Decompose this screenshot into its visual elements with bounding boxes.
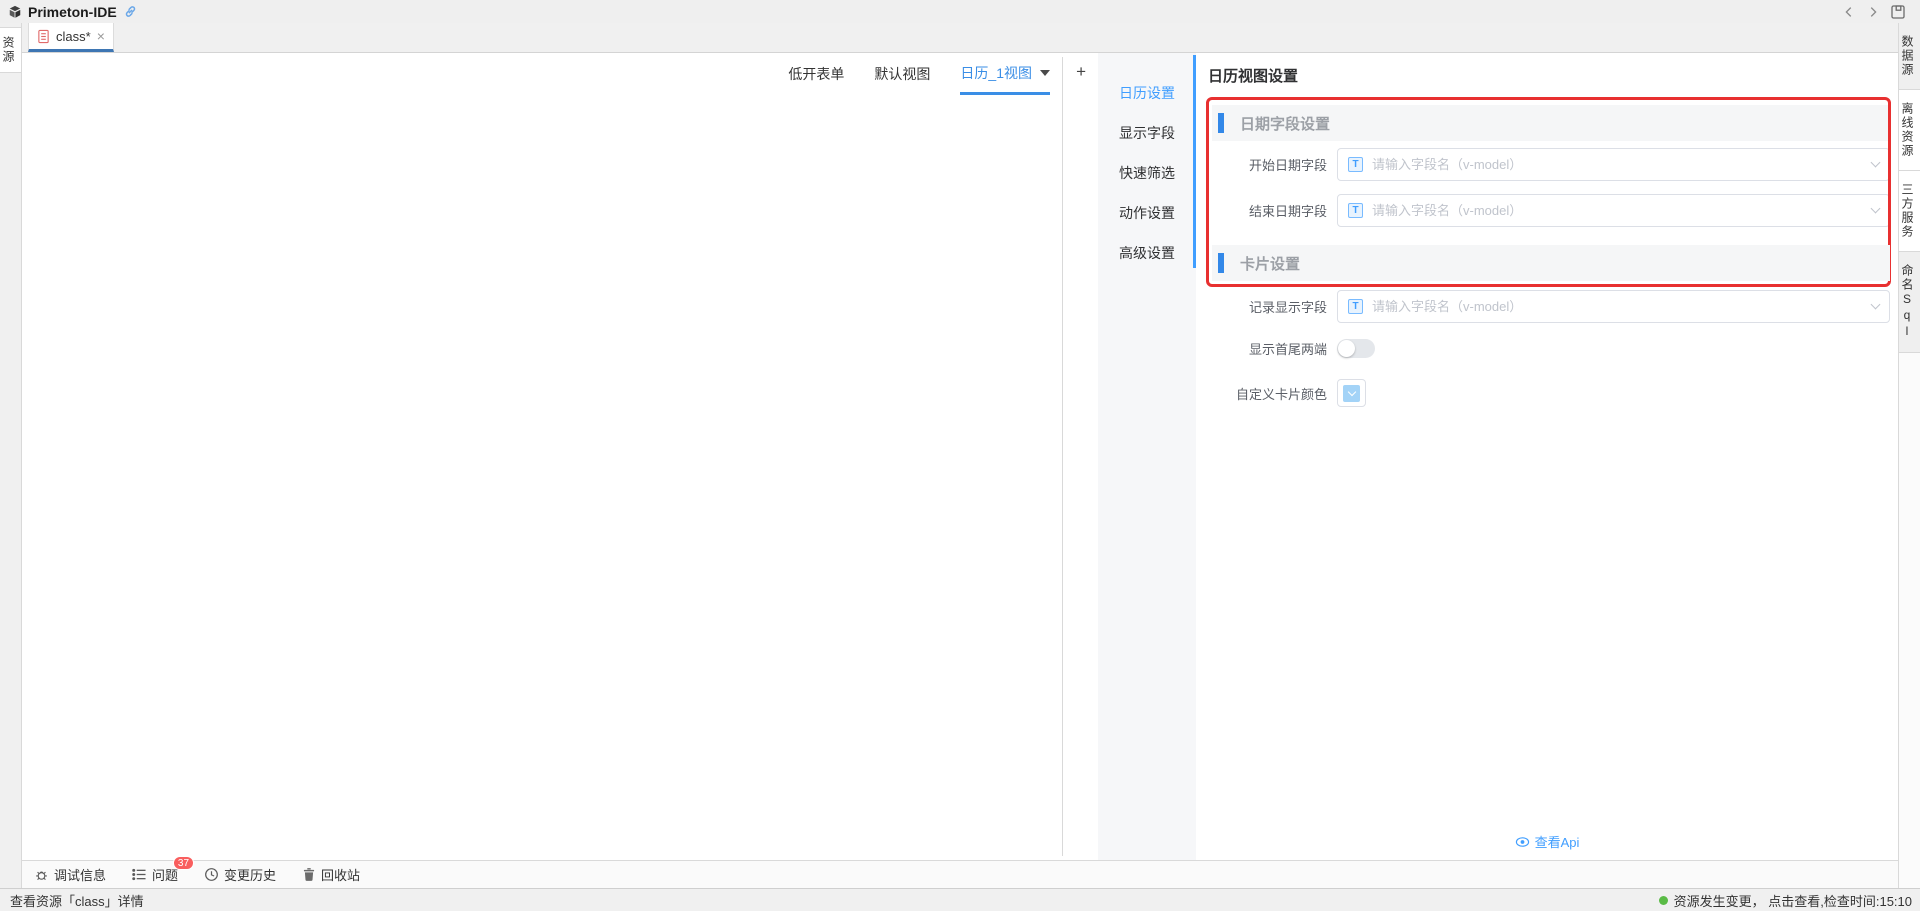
editor-tab-label: class*: [56, 29, 91, 44]
link-icon[interactable]: [123, 4, 138, 19]
change-history-label: 变更历史: [224, 865, 276, 884]
save-icon[interactable]: [1890, 4, 1906, 20]
view-tab-lowcode-form[interactable]: 低开表单: [788, 53, 844, 95]
debug-info-button[interactable]: 调试信息: [34, 865, 106, 884]
right-rail-item-datasource[interactable]: 数据源: [1899, 23, 1920, 90]
text-field-icon: T: [1348, 157, 1363, 172]
section-header-card-settings: 卡片设置: [1212, 245, 1890, 281]
field-row-end-date: 结束日期字段 T: [1212, 194, 1890, 227]
right-rail: 数据源 离线资源 三方服务 命名Sql: [1898, 23, 1920, 888]
field-label: 显示首尾两端: [1212, 339, 1337, 358]
section-bar: [1218, 113, 1224, 133]
field-label: 结束日期字段: [1212, 201, 1337, 220]
section-title: 日期字段设置: [1240, 113, 1330, 134]
canvas-divider: [1062, 57, 1063, 856]
left-rail: 资源: [0, 23, 22, 888]
editor-tab-class[interactable]: class* ×: [28, 23, 114, 52]
text-field-icon: T: [1348, 203, 1363, 218]
app-logo-icon: [8, 5, 22, 19]
field-row-show-ends: 显示首尾两端: [1212, 339, 1890, 358]
settings-nav-display-fields[interactable]: 显示字段: [1098, 113, 1196, 153]
settings-nav: 日历设置 显示字段 快速筛选 动作设置 高级设置: [1098, 53, 1196, 860]
field-row-card-color: 自定义卡片颜色: [1212, 379, 1890, 407]
resource-change-label: 资源发生变更， 点击查看,检查时间:15:10: [1674, 891, 1912, 910]
title-bar: Primeton-IDE: [0, 0, 1920, 23]
view-tab-calendar-view[interactable]: 日历_1视图: [960, 53, 1050, 95]
end-date-field-select[interactable]: T: [1337, 194, 1890, 227]
settings-panel: 日历视图设置 日期字段设置 开始日期字段 T 结束日期字段 T 卡片设置 记录显…: [1196, 53, 1898, 860]
trash-icon: [302, 867, 316, 882]
show-ends-toggle[interactable]: [1337, 339, 1375, 358]
debug-info-label: 调试信息: [54, 865, 106, 884]
recycle-bin-button[interactable]: 回收站: [302, 865, 360, 884]
status-ok-dot: [1659, 896, 1668, 905]
view-tab-calendar-label: 日历_1视图: [960, 63, 1032, 83]
document-icon: [37, 29, 50, 44]
chevron-down-icon[interactable]: [1871, 300, 1881, 310]
section-bar: [1218, 253, 1224, 273]
panel-title: 日历视图设置: [1208, 65, 1298, 86]
color-swatch: [1343, 385, 1360, 402]
chevron-down-icon[interactable]: [1871, 158, 1881, 168]
list-icon: [132, 868, 147, 881]
app-title: Primeton-IDE: [28, 4, 117, 20]
field-label: 自定义卡片颜色: [1212, 384, 1337, 403]
eye-icon: [1515, 836, 1530, 848]
text-field-icon: T: [1348, 299, 1363, 314]
add-view-button[interactable]: +: [1076, 62, 1086, 82]
end-date-field-input[interactable]: [1372, 203, 1872, 218]
start-date-field-select[interactable]: T: [1337, 148, 1890, 181]
left-rail-item-resources[interactable]: 资源: [0, 27, 21, 73]
view-tabs: 低开表单 默认视图 日历_1视图: [788, 53, 1050, 95]
close-icon[interactable]: ×: [97, 29, 105, 43]
editor-tab-strip: class* ×: [22, 23, 1898, 53]
status-message: 查看资源「class」详情: [0, 891, 144, 910]
clock-icon: [204, 867, 219, 882]
right-rail-item-thirdparty-services[interactable]: 三方服务: [1899, 171, 1920, 252]
card-color-picker[interactable]: [1337, 379, 1366, 407]
right-rail-item-offline-resources[interactable]: 离线资源: [1899, 90, 1920, 171]
right-rail-item-named-sql[interactable]: 命名Sql: [1899, 252, 1920, 353]
field-label: 记录显示字段: [1212, 297, 1337, 316]
toggle-knob: [1338, 340, 1355, 357]
change-history-button[interactable]: 变更历史: [204, 865, 276, 884]
recycle-bin-label: 回收站: [321, 865, 360, 884]
record-display-field-input[interactable]: [1372, 299, 1872, 314]
settings-nav-quick-filter[interactable]: 快速筛选: [1098, 153, 1196, 193]
field-row-record-display: 记录显示字段 T: [1212, 290, 1890, 323]
status-bar: 查看资源「class」详情 资源发生变更， 点击查看,检查时间:15:10: [0, 888, 1920, 911]
form-canvas[interactable]: 低开表单 默认视图 日历_1视图 +: [22, 53, 1098, 860]
settings-nav-advanced[interactable]: 高级设置: [1098, 233, 1196, 273]
chevron-down-icon[interactable]: [1871, 204, 1881, 214]
record-display-field-select[interactable]: T: [1337, 290, 1890, 323]
view-api-link[interactable]: 查看Api: [1196, 832, 1898, 851]
field-label: 开始日期字段: [1212, 155, 1337, 174]
back-icon[interactable]: [1842, 5, 1856, 19]
resource-change-status[interactable]: 资源发生变更， 点击查看,检查时间:15:10: [1659, 891, 1920, 910]
field-row-start-date: 开始日期字段 T: [1212, 148, 1890, 181]
problems-count-badge: 37: [173, 856, 194, 870]
view-tab-default-view[interactable]: 默认视图: [874, 53, 930, 95]
problems-button[interactable]: 问题 37: [132, 865, 178, 884]
section-header-date-fields: 日期字段设置: [1212, 105, 1890, 141]
settings-nav-actions[interactable]: 动作设置: [1098, 193, 1196, 233]
bug-icon: [34, 867, 49, 882]
forward-icon[interactable]: [1866, 5, 1880, 19]
section-title: 卡片设置: [1240, 253, 1300, 274]
start-date-field-input[interactable]: [1372, 157, 1872, 172]
chevron-down-icon: [1347, 387, 1355, 395]
view-api-label: 查看Api: [1535, 832, 1580, 851]
settings-nav-calendar[interactable]: 日历设置: [1098, 73, 1196, 113]
bottom-toolbar: 调试信息 问题 37 变更历史 回收站: [22, 860, 1898, 888]
chevron-down-icon[interactable]: [1040, 70, 1050, 76]
